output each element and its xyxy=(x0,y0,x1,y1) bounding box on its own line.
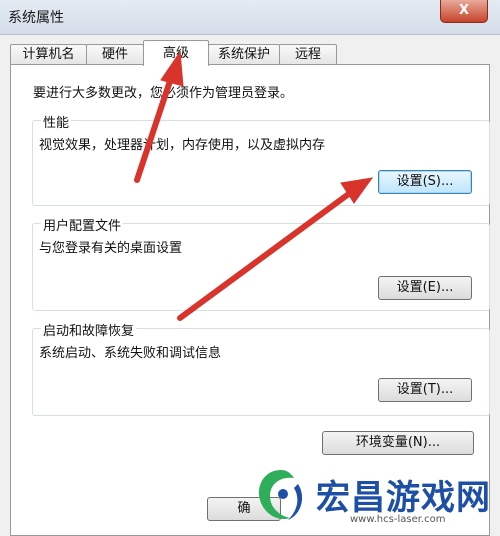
watermark-text: 宏昌游戏网 xyxy=(316,478,491,518)
startup-recovery-group: 启动和故障恢复 系统启动、系统失败和调试信息 设置(T)... xyxy=(32,320,490,416)
performance-group: 性能 视觉效果，处理器计划，内存使用，以及虚拟内存 设置(S)... xyxy=(32,112,490,206)
tab-computer-name[interactable]: 计算机名 xyxy=(10,44,87,65)
startup-recovery-description: 系统启动、系统失败和调试信息 xyxy=(39,346,222,361)
watermark: 宏昌游戏网 www.hcs-laser.com xyxy=(250,462,500,532)
startup-recovery-title: 启动和故障恢复 xyxy=(41,320,137,339)
user-profiles-settings-button[interactable]: 设置(E)... xyxy=(378,276,472,300)
user-profiles-group: 用户配置文件 与您登录有关的桌面设置 设置(E)... xyxy=(32,215,490,311)
tab-advanced[interactable]: 高级 xyxy=(143,40,209,66)
admin-notice: 要进行大多数更改，您必须作为管理员登录。 xyxy=(33,86,294,101)
watermark-logo-icon xyxy=(258,470,303,520)
startup-recovery-settings-button[interactable]: 设置(T)... xyxy=(378,378,472,402)
tab-hardware[interactable]: 硬件 xyxy=(86,44,144,65)
tab-remote[interactable]: 远程 xyxy=(279,44,337,65)
title-bar: 系统属性 X xyxy=(0,0,500,35)
environment-variables-button[interactable]: 环境变量(N)... xyxy=(322,431,474,455)
window-title: 系统属性 xyxy=(8,10,64,26)
tab-system-protection[interactable]: 系统保护 xyxy=(208,44,280,65)
close-button[interactable]: X xyxy=(440,0,488,23)
performance-settings-button[interactable]: 设置(S)... xyxy=(378,170,472,194)
user-profiles-title: 用户配置文件 xyxy=(41,215,124,234)
user-profiles-description: 与您登录有关的桌面设置 xyxy=(39,241,183,256)
watermark-url: www.hcs-laser.com xyxy=(350,514,446,525)
performance-title: 性能 xyxy=(41,112,72,131)
performance-description: 视觉效果，处理器计划，内存使用，以及虚拟内存 xyxy=(39,138,326,153)
close-icon: X xyxy=(458,3,470,18)
